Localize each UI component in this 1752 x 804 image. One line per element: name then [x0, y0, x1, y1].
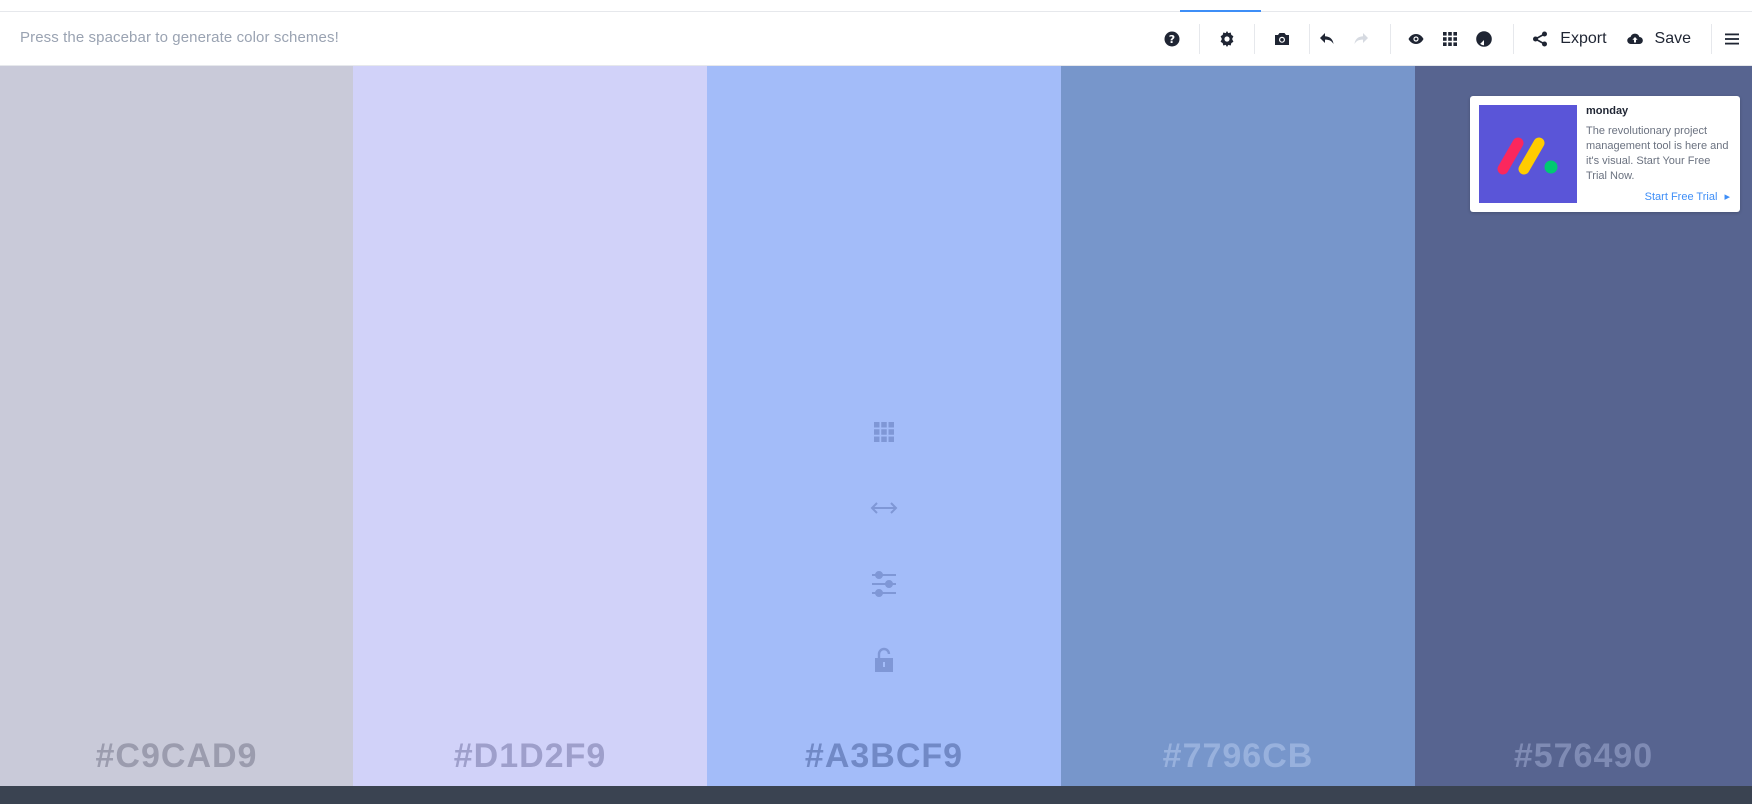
- chevron-right-icon: ▸: [1724, 191, 1730, 203]
- view-icon: [1408, 34, 1424, 44]
- lock-button[interactable]: [864, 640, 904, 680]
- grid-icon: [1443, 32, 1458, 46]
- adjust-button[interactable]: [864, 564, 904, 604]
- view-button[interactable]: [1399, 12, 1433, 66]
- grid-view-button[interactable]: [1433, 12, 1467, 66]
- hex-code[interactable]: #576490: [1415, 737, 1752, 776]
- hex-code[interactable]: #C9CAD9: [0, 737, 353, 776]
- drag-button[interactable]: [864, 488, 904, 528]
- contrast-icon: [1476, 31, 1493, 47]
- grid-icon: [874, 422, 894, 442]
- export-button[interactable]: Export: [1514, 12, 1618, 66]
- help-icon: ?: [1164, 31, 1180, 47]
- redo-button[interactable]: [1344, 12, 1378, 66]
- help-button[interactable]: ?: [1145, 12, 1199, 66]
- toolbar-actions: ? Export Save: [1145, 12, 1752, 66]
- menu-button[interactable]: [1712, 12, 1752, 66]
- ad-body: The revolutionary project management too…: [1586, 125, 1729, 182]
- color-swatch[interactable]: #D1D2F9: [353, 66, 707, 786]
- ad-title: monday: [1586, 105, 1629, 117]
- menu-icon: [1725, 33, 1739, 45]
- adjust-icon: [872, 571, 896, 597]
- redo-icon: [1354, 33, 1369, 44]
- ad-card[interactable]: monday The revolutionary project managem…: [1470, 96, 1740, 212]
- save-label: Save: [1654, 30, 1691, 47]
- undo-icon: [1320, 33, 1334, 44]
- contrast-button[interactable]: [1467, 12, 1501, 66]
- svg-text:?: ?: [1169, 33, 1175, 46]
- hex-code[interactable]: #A3BCF9: [707, 737, 1061, 776]
- settings-button[interactable]: [1200, 12, 1254, 66]
- toolbar-separator: [1390, 24, 1392, 54]
- toolbar: Press the spacebar to generate color sch…: [0, 12, 1752, 66]
- color-swatch[interactable]: #7796CB: [1061, 66, 1415, 786]
- view-shades-button[interactable]: [864, 412, 904, 452]
- monday-logo-icon: [1497, 137, 1558, 175]
- undo-button[interactable]: [1310, 12, 1344, 66]
- camera-icon: [1275, 33, 1290, 45]
- settings-icon: [1220, 31, 1234, 47]
- hex-code[interactable]: #D1D2F9: [353, 737, 707, 776]
- save-button[interactable]: Save: [1619, 12, 1711, 66]
- swatch-tools: [864, 412, 904, 716]
- camera-button[interactable]: [1255, 12, 1309, 66]
- lock-icon: [875, 647, 893, 672]
- color-swatch[interactable]: #C9CAD9: [0, 66, 353, 786]
- cloud-upload-icon: [1626, 33, 1643, 45]
- share-icon: [1533, 31, 1548, 47]
- color-swatch[interactable]: #A3BCF9: [707, 66, 1061, 786]
- bottom-bar: [0, 786, 1752, 804]
- drag-icon: [870, 502, 898, 514]
- monday-logo: [1479, 105, 1577, 203]
- ad-cta-link[interactable]: Start Free Trial ▸: [1645, 190, 1730, 203]
- export-label: Export: [1560, 30, 1607, 47]
- hex-code[interactable]: #7796CB: [1061, 737, 1415, 776]
- hint-text: Press the spacebar to generate color sch…: [20, 29, 339, 46]
- ad-cta-label: Start Free Trial: [1644, 191, 1718, 203]
